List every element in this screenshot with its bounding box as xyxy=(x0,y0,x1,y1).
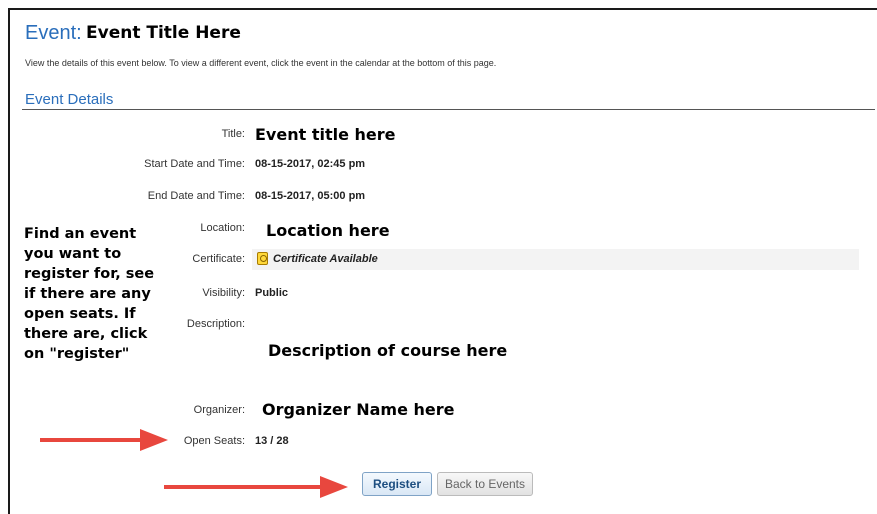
back-to-events-button[interactable]: Back to Events xyxy=(437,472,533,496)
description-value: Description of course here xyxy=(268,341,508,360)
instruction-annotation: Find an event you want to register for, … xyxy=(24,226,155,362)
title-value: Event title here xyxy=(255,125,396,144)
register-button[interactable]: Register xyxy=(362,472,432,496)
section-divider xyxy=(22,109,875,110)
certificate-badge-icon xyxy=(257,252,268,265)
visibility-value: Public xyxy=(255,287,289,299)
end-datetime-value: 08-15-2017, 05:00 pm xyxy=(255,190,366,202)
intro-text: View the details of this event below. To… xyxy=(25,58,497,68)
organizer-value: Organizer Name here xyxy=(262,400,455,419)
certificate-row: Certificate Available xyxy=(252,249,859,270)
event-header-prefix: Event: xyxy=(25,22,82,44)
open-seats-value: 13 / 28 xyxy=(255,435,289,447)
red-arrow-icon xyxy=(40,429,168,451)
end-datetime-label: End Date and Time: xyxy=(147,190,245,202)
certificate-value: Certificate Available xyxy=(273,253,378,265)
title-label: Title: xyxy=(221,128,245,140)
location-value: Location here xyxy=(266,221,390,240)
organizer-label: Organizer: xyxy=(193,404,245,416)
event-title-heading: Event Title Here xyxy=(86,23,241,43)
section-title-event-details: Event Details xyxy=(25,91,114,108)
start-datetime-value: 08-15-2017, 02:45 pm xyxy=(255,158,366,170)
start-datetime-label: Start Date and Time: xyxy=(144,158,245,170)
red-arrow-icon xyxy=(164,476,348,498)
